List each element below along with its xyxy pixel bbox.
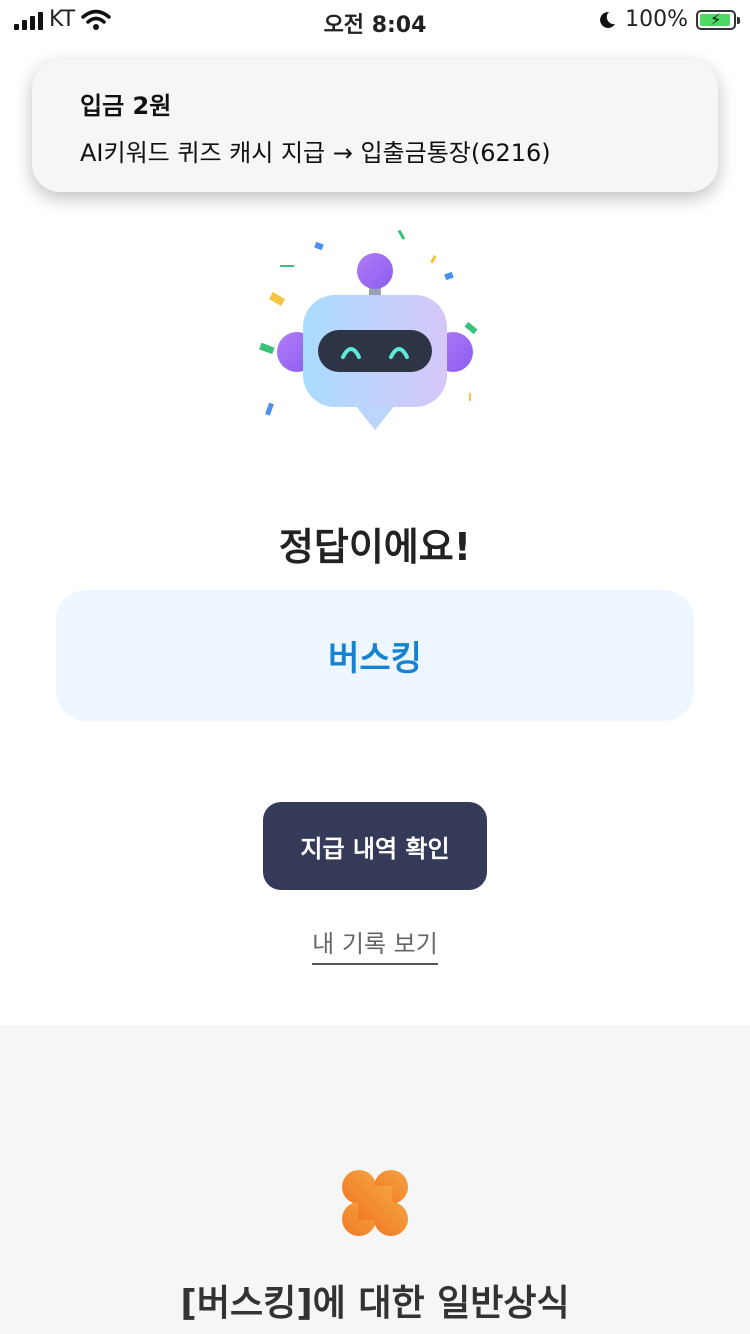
battery-charging-icon: ⚡ xyxy=(696,9,740,30)
my-records-link[interactable]: 내 기록 보기 xyxy=(312,924,438,965)
answer-card: 버스킹 xyxy=(56,590,694,721)
moon-icon xyxy=(600,11,616,28)
clover-icon xyxy=(342,1170,408,1236)
status-bar: KT 오전 8:04 100% ⚡ xyxy=(0,0,750,40)
status-right: 100% ⚡ xyxy=(597,7,740,32)
answer-text: 버스킹 xyxy=(328,639,422,679)
knowledge-title: [버스킹]에 대한 일반상식 xyxy=(180,1283,570,1324)
notification-body: AI키워드 퀴즈 캐시 지급 → 입출금통장(6216) xyxy=(80,139,551,167)
payment-history-button[interactable]: 지급 내역 확인 xyxy=(263,802,487,890)
deposit-notification[interactable]: 입금 2원 AI키워드 퀴즈 캐시 지급 → 입출금통장(6216) xyxy=(32,60,718,192)
result-headline: 정답이에요! xyxy=(278,525,472,569)
robot-mascot-icon xyxy=(259,229,478,430)
battery-percent: 100% xyxy=(625,7,688,32)
notification-title: 입금 2원 xyxy=(80,92,172,120)
